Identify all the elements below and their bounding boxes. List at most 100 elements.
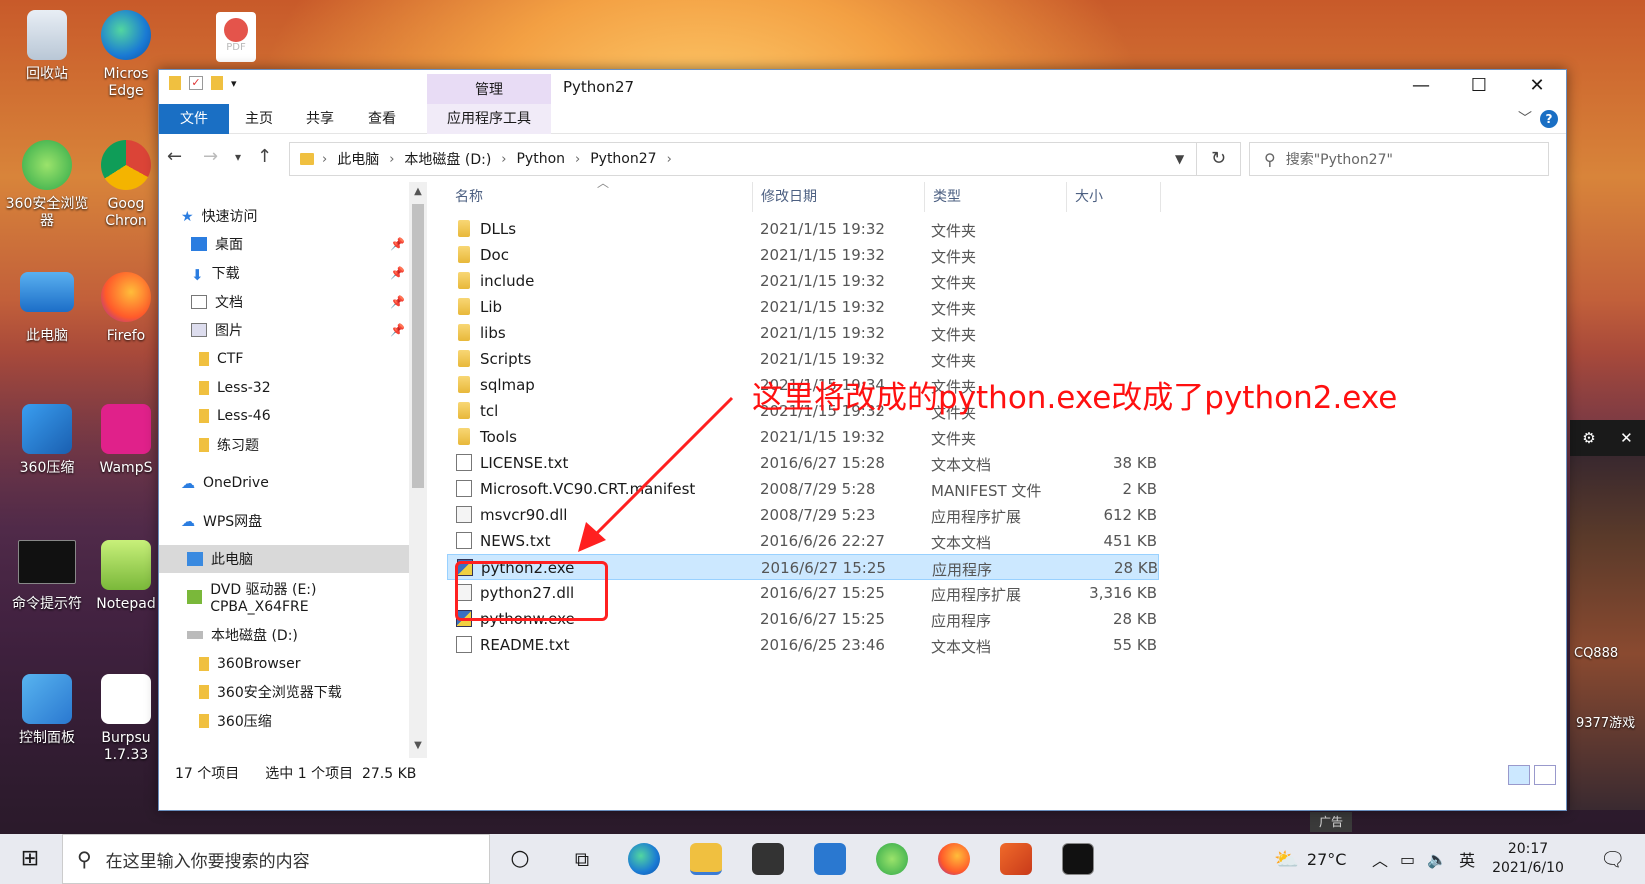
desktop-icon-burpsuite[interactable]: Burpsu 1.7.33 bbox=[96, 674, 156, 764]
table-row[interactable]: README.txt 2016/6/25 23:46 文本文档 55 KB bbox=[447, 632, 1159, 658]
office-app-icon[interactable] bbox=[1000, 843, 1032, 875]
taskbar-search[interactable]: ⚲ 在这里输入你要搜索的内容 bbox=[62, 834, 490, 884]
tab-share[interactable]: 共享 bbox=[289, 104, 351, 134]
table-row[interactable]: msvcr90.dll 2008/7/29 5:23 应用程序扩展 612 KB bbox=[447, 502, 1159, 528]
desktop-icon-notepadpp[interactable]: Notepad bbox=[96, 540, 156, 613]
ribbon-expand-icon[interactable]: ﹀ bbox=[1518, 108, 1532, 128]
nav-360-downloads[interactable]: 360安全浏览器下载 bbox=[159, 678, 409, 706]
up-button[interactable]: ↑ bbox=[257, 146, 272, 167]
nav-exercises[interactable]: 练习题 bbox=[159, 431, 409, 459]
table-row[interactable]: Doc 2021/1/15 19:32 文件夹 bbox=[447, 242, 1159, 268]
properties-icon[interactable]: ✓ bbox=[189, 76, 203, 90]
table-row[interactable]: NEWS.txt 2016/6/26 22:27 文本文档 451 KB bbox=[447, 528, 1159, 554]
address-dropdown-icon[interactable]: ▼ bbox=[1175, 152, 1184, 166]
weather[interactable]: ⛅ 27°C bbox=[1274, 834, 1346, 884]
breadcrumb-python27[interactable]: Python27 › bbox=[590, 151, 682, 167]
tab-home[interactable]: 主页 bbox=[229, 104, 289, 134]
nav-360zip[interactable]: 360压缩 bbox=[159, 707, 409, 735]
desktop-icon-360zip[interactable]: 360压缩 bbox=[2, 404, 92, 477]
360-browser-icon[interactable] bbox=[876, 843, 908, 875]
nav-downloads[interactable]: ⬇ 下载 📌 bbox=[159, 259, 409, 287]
column-type[interactable]: 类型 bbox=[925, 182, 1067, 212]
nav-this-pc[interactable]: 此电脑 bbox=[159, 545, 409, 573]
nav-quick-access[interactable]: ★ 快速访问 bbox=[159, 202, 409, 230]
nav-360browser[interactable]: 360Browser bbox=[159, 650, 409, 678]
chevron-up-icon[interactable]: ︿ bbox=[1372, 847, 1388, 871]
notification-icon[interactable]: 🗨 bbox=[1600, 834, 1625, 884]
ime-indicator[interactable]: 英 bbox=[1459, 847, 1475, 871]
game-ad-panel[interactable] bbox=[1570, 420, 1645, 810]
pdf-file-icon[interactable]: PDF bbox=[216, 12, 256, 62]
address-bar[interactable]: › 此电脑 › 本地磁盘 (D:) › Python › Python27 › bbox=[289, 142, 1197, 176]
windows-start-icon[interactable]: ⊞ bbox=[10, 846, 50, 872]
back-button[interactable]: ← bbox=[167, 146, 182, 167]
desktop-icon-this-pc[interactable]: 此电脑 bbox=[2, 272, 92, 345]
forward-button[interactable]: → bbox=[203, 146, 218, 167]
table-row[interactable]: Tools 2021/1/15 19:32 文件夹 bbox=[447, 424, 1159, 450]
task-view-icon[interactable]: ⧉ bbox=[566, 843, 598, 875]
desktop-icon-cmd[interactable]: 命令提示符 bbox=[2, 540, 92, 613]
breadcrumb-drive-d[interactable]: 本地磁盘 (D:) › bbox=[404, 149, 516, 169]
nav-documents[interactable]: 文档 📌 bbox=[159, 288, 409, 316]
desktop-icon-edge[interactable]: Micros Edge bbox=[96, 10, 156, 100]
tab-application-tools[interactable]: 应用程序工具 bbox=[427, 104, 551, 134]
firefox-icon[interactable] bbox=[938, 843, 970, 875]
file-explorer-icon[interactable] bbox=[690, 843, 722, 875]
desktop-icon-wampserver[interactable]: WampS bbox=[96, 404, 156, 477]
edge-icon[interactable] bbox=[628, 843, 660, 875]
nav-onedrive[interactable]: ☁ OneDrive bbox=[159, 469, 409, 497]
maximize-button[interactable]: ☐ bbox=[1450, 70, 1508, 104]
new-folder-icon[interactable] bbox=[211, 76, 223, 90]
desktop-icon-firefox[interactable]: Firefo bbox=[96, 272, 156, 345]
nav-scrollbar[interactable]: ▲ ▼ bbox=[409, 182, 427, 758]
column-name[interactable]: 名称 bbox=[447, 182, 753, 212]
nav-less-46[interactable]: Less-46 bbox=[159, 402, 409, 430]
settings-icon[interactable]: ⚙ bbox=[1582, 429, 1595, 447]
nav-desktop[interactable]: 桌面 📌 bbox=[159, 230, 409, 258]
volume-icon[interactable]: 🔈 bbox=[1427, 850, 1447, 869]
details-view-button[interactable] bbox=[1508, 765, 1530, 785]
store-icon[interactable] bbox=[752, 843, 784, 875]
mail-icon[interactable] bbox=[814, 843, 846, 875]
nav-less-32[interactable]: Less-32 bbox=[159, 374, 409, 402]
table-row[interactable]: include 2021/1/15 19:32 文件夹 bbox=[447, 268, 1159, 294]
terminal-icon[interactable] bbox=[1062, 843, 1094, 875]
nav-wps-drive[interactable]: ☁ WPS网盘 bbox=[159, 507, 409, 535]
network-icon[interactable]: ▭ bbox=[1400, 850, 1415, 869]
breadcrumb-this-pc[interactable]: 此电脑 › bbox=[337, 149, 404, 169]
help-button[interactable]: ? bbox=[1540, 110, 1558, 128]
table-row[interactable]: Lib 2021/1/15 19:32 文件夹 bbox=[447, 294, 1159, 320]
desktop-icon-control-panel[interactable]: 控制面板 bbox=[2, 674, 92, 747]
close-icon[interactable]: ✕ bbox=[1620, 429, 1633, 447]
nav-local-disk-d[interactable]: 本地磁盘 (D:) bbox=[159, 621, 409, 649]
close-button[interactable]: ✕ bbox=[1508, 70, 1566, 104]
tab-view[interactable]: 查看 bbox=[351, 104, 413, 134]
desktop-icon-360-browser[interactable]: 360安全浏览器 bbox=[2, 140, 92, 230]
clock[interactable]: 20:17 2021/6/10 bbox=[1482, 840, 1574, 878]
desktop-icon-recycle-bin[interactable]: 回收站 bbox=[2, 10, 92, 83]
search-box[interactable]: ⚲ 搜索"Python27" bbox=[1249, 142, 1549, 176]
column-size[interactable]: 大小 bbox=[1067, 182, 1161, 212]
table-row[interactable]: LICENSE.txt 2016/6/27 15:28 文本文档 38 KB bbox=[447, 450, 1159, 476]
scroll-up-icon[interactable]: ▲ bbox=[409, 186, 427, 197]
chevron-down-icon[interactable]: ▾ bbox=[231, 77, 237, 90]
cortana-icon[interactable]: ○ bbox=[504, 843, 536, 875]
large-icons-view-button[interactable] bbox=[1534, 765, 1556, 785]
refresh-button[interactable]: ↻ bbox=[1197, 142, 1241, 176]
column-date[interactable]: 修改日期 bbox=[753, 182, 925, 212]
tab-file[interactable]: 文件 bbox=[159, 104, 229, 134]
minimize-button[interactable]: — bbox=[1392, 70, 1450, 104]
table-row[interactable]: DLLs 2021/1/15 19:32 文件夹 bbox=[447, 216, 1159, 242]
manage-tab[interactable]: 管理 bbox=[427, 74, 551, 104]
recent-locations-button[interactable]: ▾ bbox=[235, 150, 241, 164]
desktop-icon-chrome[interactable]: Goog Chron bbox=[96, 140, 156, 230]
nav-ctf[interactable]: CTF bbox=[159, 345, 409, 373]
breadcrumb-python[interactable]: Python › bbox=[516, 151, 590, 167]
nav-dvd-drive[interactable]: DVD 驱动器 (E:) CPBA_X64FRE bbox=[159, 582, 409, 615]
table-row[interactable]: Scripts 2021/1/15 19:32 文件夹 bbox=[447, 346, 1159, 372]
nav-pictures[interactable]: 图片 📌 bbox=[159, 316, 409, 344]
table-row[interactable]: libs 2021/1/15 19:32 文件夹 bbox=[447, 320, 1159, 346]
scroll-down-icon[interactable]: ▼ bbox=[409, 740, 427, 751]
scroll-thumb[interactable] bbox=[412, 204, 424, 488]
table-row[interactable]: Microsoft.VC90.CRT.manifest 2008/7/29 5:2… bbox=[447, 476, 1159, 502]
